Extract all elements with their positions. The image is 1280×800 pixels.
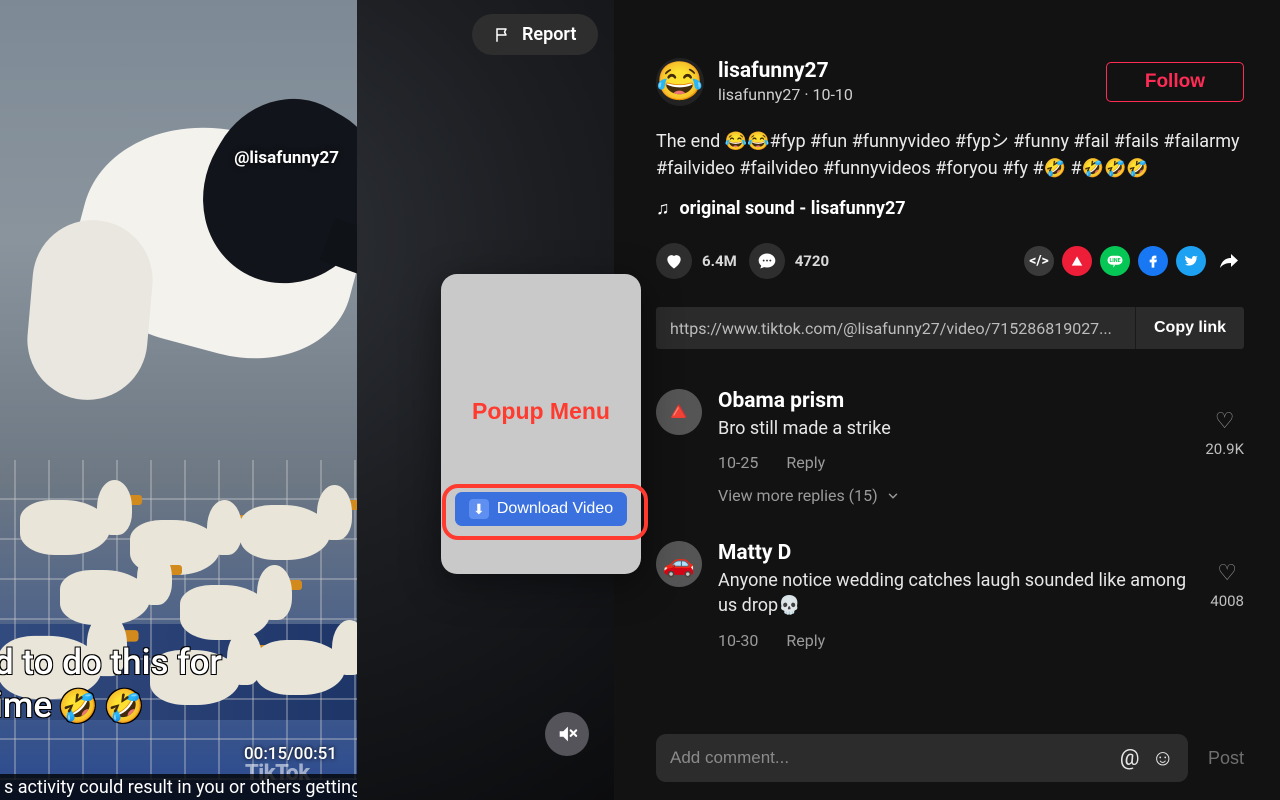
- extension-popup: Popup Menu ⬇ Download Video: [441, 274, 641, 574]
- comment-like-count: 4008: [1210, 592, 1244, 610]
- share-icons: </> LINE: [1024, 246, 1244, 276]
- comment-text: Anyone notice wedding catches laugh soun…: [718, 568, 1194, 618]
- plush-goose: [240, 505, 330, 560]
- stats-row: 6.4M 4720 </> LINE: [656, 243, 1244, 279]
- sound-row[interactable]: ♫ original sound - lisafunny27: [656, 198, 1244, 219]
- reply-button[interactable]: Reply: [786, 631, 825, 650]
- laugh-emoji: 🤣: [58, 686, 98, 726]
- sound-label: original sound - lisafunny27: [680, 198, 906, 219]
- mute-button[interactable]: [545, 712, 589, 756]
- profile-header: 😂 lisafunny27 lisafunny27 · 10-10 Follow: [656, 58, 1244, 106]
- like-count: 6.4M: [702, 252, 737, 270]
- more-replies-label: View more replies (15): [718, 486, 878, 505]
- facebook-icon: [1145, 253, 1161, 269]
- share-facebook[interactable]: [1138, 246, 1168, 276]
- avatar[interactable]: 🚗: [656, 541, 702, 587]
- video-watermark: @lisafunny27: [234, 148, 339, 168]
- popup-title: Popup Menu: [441, 398, 641, 425]
- heart-icon: [664, 251, 684, 271]
- composer-box[interactable]: @ ☺: [656, 734, 1188, 782]
- chevron-down-icon: [886, 489, 900, 503]
- comment-stat[interactable]: 4720: [749, 243, 829, 279]
- emoji-picker-icon[interactable]: ☺: [1152, 745, 1174, 771]
- flag-icon: [494, 26, 512, 44]
- like-comment[interactable]: ♡ 20.9K: [1205, 389, 1244, 505]
- avatar[interactable]: 🔺: [656, 389, 702, 435]
- user-subline: lisafunny27 · 10-10: [718, 85, 1092, 104]
- video-description: The end 😂😂#fyp #fun #funnyvideo #fypシ #f…: [656, 128, 1244, 182]
- comment-like-count: 20.9K: [1205, 440, 1244, 458]
- comment-item: 🔺 Obama prism Bro still made a strike 10…: [656, 389, 1244, 505]
- speaker-muted-icon: [556, 723, 578, 745]
- plush-goose: [180, 585, 270, 640]
- video-person: [40, 40, 357, 380]
- plush-goose: [20, 500, 110, 555]
- twitter-icon: [1183, 253, 1199, 269]
- link-row: https://www.tiktok.com/@lisafunny27/vide…: [656, 307, 1244, 349]
- like-comment[interactable]: ♡ 4008: [1210, 541, 1244, 649]
- comment-date: 10-25: [718, 453, 758, 472]
- post-button[interactable]: Post: [1208, 748, 1244, 769]
- comment-date: 10-30: [718, 631, 758, 650]
- comment-count: 4720: [795, 252, 829, 270]
- embed-button[interactable]: </>: [1024, 246, 1054, 276]
- video-url[interactable]: https://www.tiktok.com/@lisafunny27/vide…: [656, 307, 1135, 349]
- laugh-emoji: 🤣: [104, 686, 144, 726]
- comment-item: 🚗 Matty D Anyone notice wedding catches …: [656, 541, 1244, 649]
- heart-outline-icon: ♡: [1215, 409, 1235, 434]
- share-twitter[interactable]: [1176, 246, 1206, 276]
- heart-outline-icon: ♡: [1217, 561, 1237, 586]
- comment-text: Bro still made a strike: [718, 416, 1189, 441]
- triangle-icon: [1070, 254, 1084, 268]
- reply-button[interactable]: Reply: [786, 453, 825, 472]
- comments-list: 🔺 Obama prism Bro still made a strike 10…: [656, 389, 1244, 650]
- report-button[interactable]: Report: [472, 14, 598, 55]
- comment-input[interactable]: [670, 748, 1108, 768]
- follow-button[interactable]: Follow: [1106, 62, 1244, 102]
- safety-warning: s activity could result in you or others…: [0, 774, 357, 800]
- svg-text:LINE: LINE: [1109, 258, 1120, 264]
- forward-icon: [1217, 249, 1241, 273]
- comment-composer: @ ☺ Post: [656, 716, 1244, 800]
- mention-icon[interactable]: @: [1120, 746, 1140, 771]
- report-label: Report: [522, 24, 576, 45]
- commenter-name[interactable]: Obama prism: [718, 389, 1189, 413]
- comment-icon: [757, 251, 777, 271]
- video-caption: d to do this for ime 🤣 🤣: [0, 641, 357, 729]
- commenter-name[interactable]: Matty D: [718, 541, 1194, 565]
- avatar[interactable]: 😂: [656, 58, 704, 106]
- video-frame[interactable]: @lisafunny27 d to do this for ime 🤣 🤣 00…: [0, 0, 357, 800]
- copy-link-button[interactable]: Copy link: [1135, 307, 1244, 349]
- share-line[interactable]: LINE: [1100, 246, 1130, 276]
- share-flipboard[interactable]: [1062, 246, 1092, 276]
- line-icon: LINE: [1106, 252, 1124, 270]
- download-icon: ⬇: [469, 499, 489, 519]
- download-video-button[interactable]: ⬇ Download Video: [455, 492, 627, 526]
- like-stat[interactable]: 6.4M: [656, 243, 737, 279]
- caption-line: ime: [0, 684, 52, 728]
- download-label: Download Video: [497, 500, 613, 518]
- music-note-icon: ♫: [656, 198, 670, 219]
- username[interactable]: lisafunny27: [718, 60, 1092, 83]
- share-forward[interactable]: [1214, 246, 1244, 276]
- caption-line: d to do this for: [0, 641, 357, 685]
- view-more-replies[interactable]: View more replies (15): [718, 486, 1189, 505]
- detail-panel: 😂 lisafunny27 lisafunny27 · 10-10 Follow…: [614, 0, 1280, 800]
